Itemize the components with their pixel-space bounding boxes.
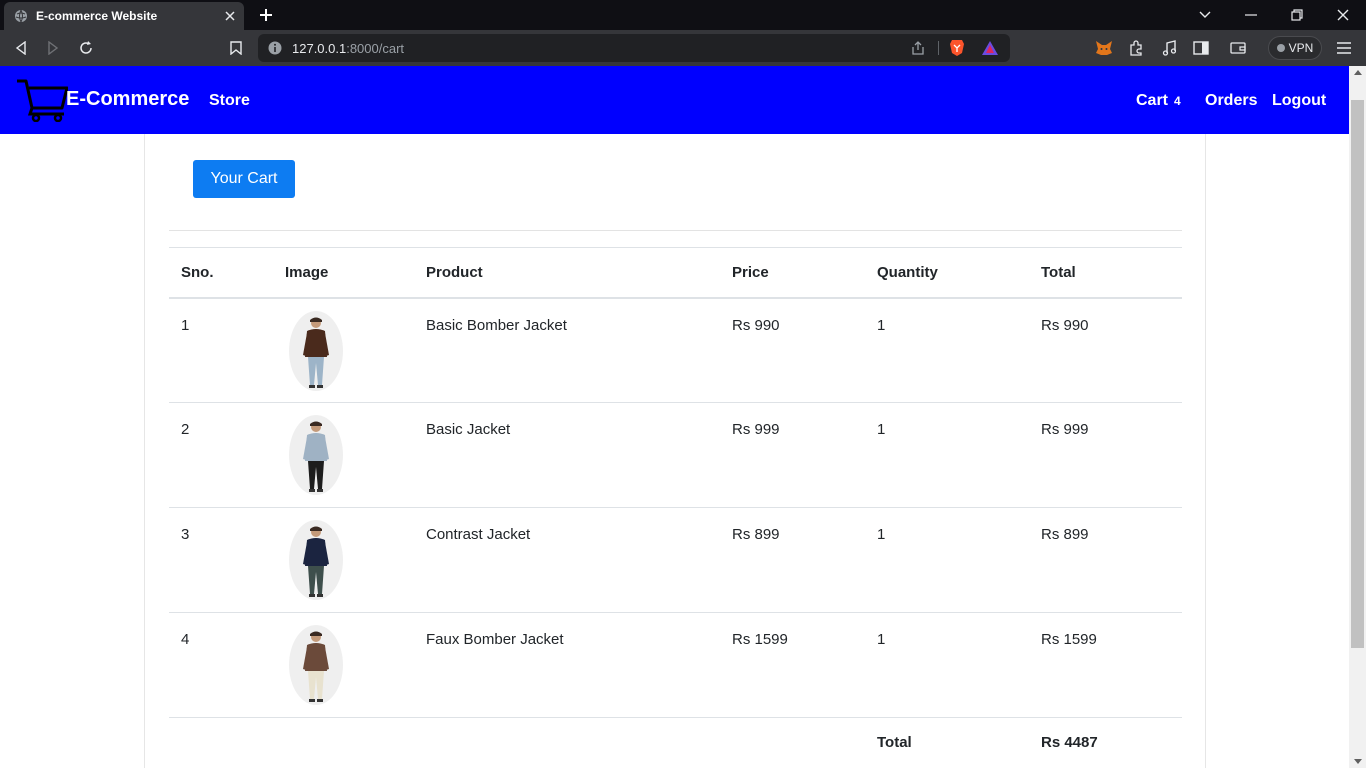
share-icon[interactable] bbox=[909, 39, 927, 57]
cell-price: Rs 1599 bbox=[720, 612, 865, 718]
tab-title: E-commerce Website bbox=[36, 9, 158, 23]
site-info-icon[interactable] bbox=[268, 41, 282, 55]
back-icon[interactable] bbox=[10, 38, 32, 58]
globe-icon bbox=[14, 9, 28, 23]
vpn-button[interactable]: VPN bbox=[1268, 36, 1322, 60]
cell-image bbox=[273, 507, 414, 613]
cell-image bbox=[273, 402, 414, 508]
product-image[interactable] bbox=[289, 520, 343, 600]
scrollbar-thumb[interactable] bbox=[1351, 100, 1364, 648]
product-figure bbox=[303, 526, 329, 597]
product-figure bbox=[303, 317, 329, 388]
cell-total: Rs 899 bbox=[1029, 507, 1182, 613]
minimize-icon[interactable] bbox=[1241, 5, 1261, 25]
table-row: 3 Contrast Jacket Rs 899 1 Rs 899 bbox=[169, 507, 1182, 613]
cell-sno: 4 bbox=[169, 612, 273, 718]
new-tab-icon[interactable] bbox=[256, 5, 276, 25]
cell-sno: 1 bbox=[169, 297, 273, 403]
cell-price: Rs 899 bbox=[720, 507, 865, 613]
nav-store-link[interactable]: Store bbox=[209, 92, 250, 110]
page-scrollbar[interactable] bbox=[1349, 66, 1366, 768]
browser-toolbar: 127.0.0.1:8000/cart VPN bbox=[0, 30, 1366, 66]
metamask-icon[interactable] bbox=[1094, 38, 1114, 58]
cell-product: Basic Bomber Jacket bbox=[414, 297, 720, 403]
cell-total: Rs 990 bbox=[1029, 297, 1182, 403]
cell-image bbox=[273, 297, 414, 403]
url-path: :8000/cart bbox=[346, 41, 405, 56]
cell-price: Rs 999 bbox=[720, 402, 865, 508]
cart-container: Your Cart Sno. Image Product Price Quant… bbox=[144, 134, 1206, 768]
nav-orders-link[interactable]: Orders bbox=[1205, 92, 1257, 110]
cell-sno: 2 bbox=[169, 402, 273, 508]
nav-logout-link[interactable]: Logout bbox=[1272, 92, 1326, 110]
extensions-puzzle-icon[interactable] bbox=[1126, 38, 1146, 58]
divider bbox=[169, 230, 1182, 231]
browser-tab[interactable]: E-commerce Website bbox=[4, 2, 244, 30]
header-price: Price bbox=[720, 247, 865, 299]
table-row: 4 Faux Bomber Jacket Rs 1599 1 Rs 1599 bbox=[169, 612, 1182, 718]
cart-count-badge: 4 bbox=[1174, 94, 1181, 108]
your-cart-button[interactable]: Your Cart bbox=[193, 160, 295, 198]
restore-icon[interactable] bbox=[1287, 5, 1307, 25]
cell-sno: 3 bbox=[169, 507, 273, 613]
header-sno: Sno. bbox=[169, 247, 273, 299]
page-viewport: E-Commerce Store Cart 4 Orders Logout You… bbox=[0, 66, 1366, 768]
scroll-up-arrow-icon[interactable] bbox=[1354, 70, 1362, 75]
product-figure bbox=[303, 631, 329, 702]
header-product: Product bbox=[414, 247, 720, 299]
cell-quantity: 1 bbox=[865, 612, 1029, 718]
cell-quantity: 1 bbox=[865, 297, 1029, 403]
sidebar-icon[interactable] bbox=[1191, 38, 1211, 58]
cell-total: Rs 1599 bbox=[1029, 612, 1182, 718]
table-header-row: Sno. Image Product Price Quantity Total bbox=[169, 247, 1182, 299]
product-image[interactable] bbox=[289, 310, 343, 391]
tab-search-chevron-icon[interactable] bbox=[1195, 5, 1215, 25]
header-image: Image bbox=[273, 247, 414, 299]
product-image[interactable] bbox=[289, 415, 343, 495]
shopping-cart-logo-icon bbox=[17, 79, 68, 122]
menu-hamburger-icon[interactable] bbox=[1334, 38, 1354, 58]
url-text[interactable]: 127.0.0.1:8000/cart bbox=[292, 41, 404, 56]
cell-quantity: 1 bbox=[865, 507, 1029, 613]
cart-table: Sno. Image Product Price Quantity Total … bbox=[169, 247, 1182, 768]
header-quantity: Quantity bbox=[865, 247, 1029, 299]
url-host: 127.0.0.1 bbox=[292, 41, 347, 56]
vpn-label: VPN bbox=[1288, 41, 1314, 55]
cell-quantity: 1 bbox=[865, 402, 1029, 508]
scroll-down-arrow-icon[interactable] bbox=[1354, 759, 1362, 764]
bookmark-icon[interactable] bbox=[225, 38, 247, 58]
table-row: 2 Basic Jacket Rs 999 1 Rs 999 bbox=[169, 402, 1182, 508]
close-tab-icon[interactable] bbox=[220, 6, 240, 26]
cell-product: Contrast Jacket bbox=[414, 507, 720, 613]
product-figure bbox=[303, 421, 329, 492]
total-row: Total Rs 4487 bbox=[169, 718, 1182, 768]
brave-rewards-icon[interactable] bbox=[981, 39, 999, 57]
cell-product: Basic Jacket bbox=[414, 402, 720, 508]
brand-name: E-Commerce bbox=[66, 88, 190, 110]
music-note-icon[interactable] bbox=[1159, 38, 1179, 58]
cell-total: Rs 999 bbox=[1029, 402, 1182, 508]
close-window-icon[interactable] bbox=[1333, 5, 1353, 25]
total-label: Total bbox=[877, 734, 912, 751]
cell-product: Faux Bomber Jacket bbox=[414, 612, 720, 718]
grand-total: Rs 4487 bbox=[1041, 734, 1098, 751]
table-row: 1 Basic Bomber Jacket Rs 990 1 Rs 990 bbox=[169, 297, 1182, 403]
site-navbar: E-Commerce Store Cart 4 Orders Logout bbox=[0, 66, 1349, 134]
product-image[interactable] bbox=[289, 625, 343, 705]
browser-tab-strip: E-commerce Website bbox=[0, 0, 1366, 30]
brand-link[interactable]: E-Commerce bbox=[16, 78, 189, 122]
reload-icon[interactable] bbox=[75, 38, 97, 58]
forward-icon[interactable] bbox=[42, 38, 64, 58]
nav-cart-label: Cart bbox=[1136, 92, 1169, 109]
nav-cart-link[interactable]: Cart 4 bbox=[1136, 92, 1181, 110]
header-total: Total bbox=[1029, 247, 1182, 299]
address-bar[interactable]: 127.0.0.1:8000/cart bbox=[258, 34, 1010, 62]
brave-shields-icon[interactable] bbox=[948, 39, 966, 57]
cell-price: Rs 990 bbox=[720, 297, 865, 403]
wallet-icon[interactable] bbox=[1228, 38, 1248, 58]
cell-image bbox=[273, 612, 414, 718]
vpn-status-dot bbox=[1276, 44, 1285, 52]
